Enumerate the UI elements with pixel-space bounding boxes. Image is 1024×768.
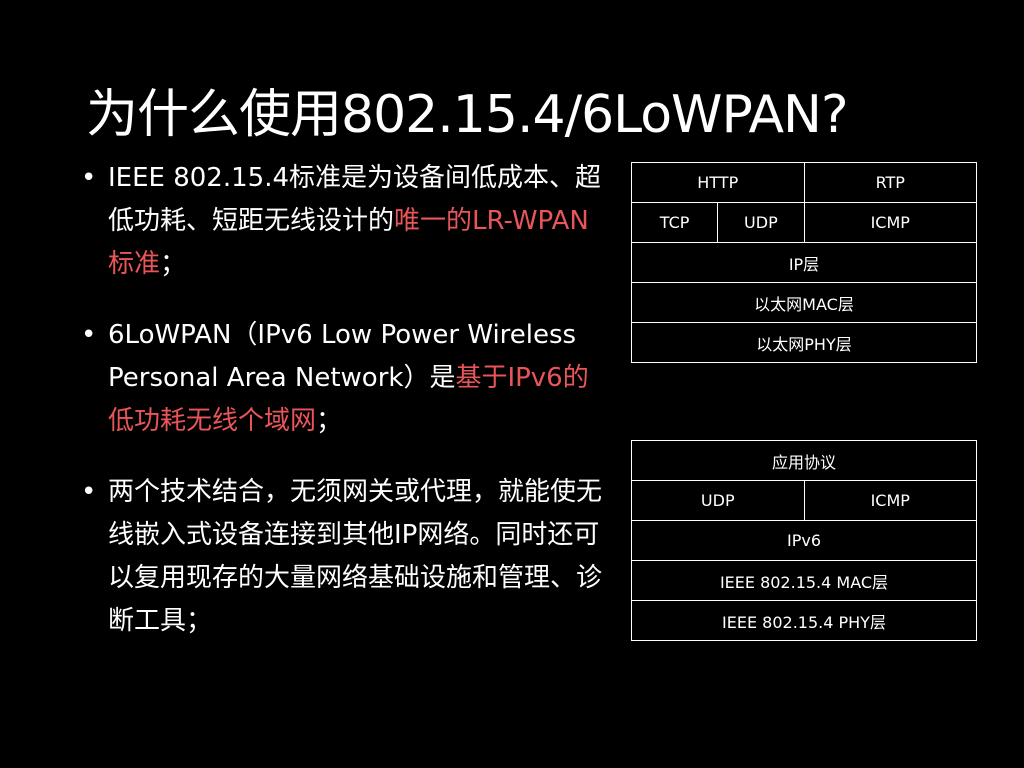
stack-cell-icmp: ICMP xyxy=(803,480,977,521)
table-row: 以太网PHY层 xyxy=(631,322,977,363)
bullet-marker: • xyxy=(81,320,97,350)
table-row: HTTP RTP xyxy=(631,162,977,203)
bullet-item-802154: • IEEE 802.15.4标准是为设备间低成本、超低功耗、短距无线设计的唯一的… xyxy=(78,157,603,286)
table-row: IP层 xyxy=(631,242,977,283)
bullet-text: 两个技术结合，无须网关或代理，就能使无线嵌入式设备连接到其他IP网络。同时还可以… xyxy=(108,477,603,636)
table-row: IPv6 xyxy=(631,520,977,561)
stack-cell-ipv6: IPv6 xyxy=(631,520,977,561)
stack-cell-802154-phy: IEEE 802.15.4 PHY层 xyxy=(631,600,977,641)
stack-cell-tcp: TCP xyxy=(630,202,719,243)
table-row: IEEE 802.15.4 PHY层 xyxy=(631,600,977,641)
ethernet-protocol-stack-table: HTTP RTP TCP UDP ICMP IP层 以太网MAC层 以太网PHY… xyxy=(630,162,977,363)
bullet-item-6lowpan: • 6LoWPAN（IPv6 Low Power Wireless Persona… xyxy=(78,314,603,443)
stack-cell-udp: UDP xyxy=(717,202,805,243)
table-row: 以太网MAC层 xyxy=(631,282,977,323)
stack-cell-http: HTTP xyxy=(631,162,805,203)
stack-cell-ethernet-phy: 以太网PHY层 xyxy=(631,322,977,363)
stack-cell-ip-layer: IP层 xyxy=(631,242,977,283)
table-row: IEEE 802.15.4 MAC层 xyxy=(631,560,977,601)
table-row: 应用协议 xyxy=(631,440,977,481)
bullet-list: • IEEE 802.15.4标准是为设备间低成本、超低功耗、短距无线设计的唯一的… xyxy=(78,157,603,671)
stack-cell-rtp: RTP xyxy=(803,162,977,203)
table-row: TCP UDP ICMP xyxy=(630,202,977,243)
bullet-marker: • xyxy=(81,477,97,507)
stack-cell-802154-mac: IEEE 802.15.4 MAC层 xyxy=(631,560,977,601)
slide-title: 为什么使用802.15.4/6LoWPAN? xyxy=(86,84,849,145)
stack-cell-udp: UDP xyxy=(631,480,805,521)
stack-cell-icmp: ICMP xyxy=(803,202,977,243)
table-row: UDP ICMP xyxy=(631,480,977,521)
bullet-tail: ； xyxy=(316,406,343,436)
lowpan-protocol-stack-table: 应用协议 UDP ICMP IPv6 IEEE 802.15.4 MAC层 IE… xyxy=(631,440,977,641)
bullet-tail: ； xyxy=(160,249,187,279)
stack-cell-ethernet-mac: 以太网MAC层 xyxy=(631,282,977,323)
bullet-marker: • xyxy=(81,163,97,193)
bullet-item-combination: • 两个技术结合，无须网关或代理，就能使无线嵌入式设备连接到其他IP网络。同时还可… xyxy=(78,471,603,643)
stack-cell-application: 应用协议 xyxy=(631,440,977,481)
